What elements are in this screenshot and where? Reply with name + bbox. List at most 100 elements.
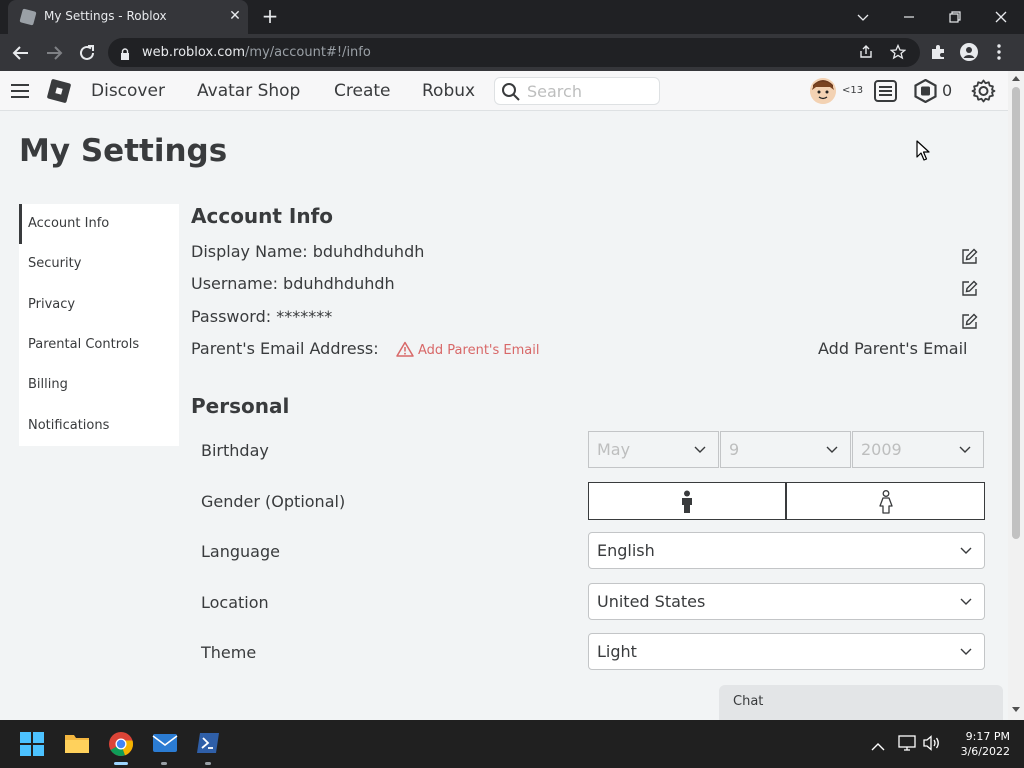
taskbar-clock[interactable]: 9:17 PM 3/6/2022 xyxy=(950,729,1010,759)
chevron-down-icon xyxy=(960,598,972,605)
scroll-down-arrow-icon[interactable] xyxy=(1012,707,1020,712)
sidebar-item-billing[interactable]: Billing xyxy=(19,365,179,405)
roblox-header: Discover Avatar Shop Create Robux <13 0 xyxy=(0,71,1008,111)
gender-female-button[interactable] xyxy=(786,482,985,520)
windows-taskbar: 9:17 PM 3/6/2022 xyxy=(0,720,1024,768)
close-window-icon[interactable] xyxy=(978,0,1024,34)
birth-year-select[interactable]: 2009 xyxy=(852,431,984,468)
chat-label: Chat xyxy=(733,694,764,709)
powershell-icon[interactable] xyxy=(196,732,220,758)
language-label: Language xyxy=(201,542,280,561)
tab-title: My Settings - Roblox xyxy=(44,9,167,23)
mail-icon[interactable] xyxy=(152,732,178,758)
browser-menu-icon[interactable] xyxy=(996,43,1002,65)
chevron-down-icon xyxy=(960,648,972,655)
sidebar-item-security[interactable]: Security xyxy=(19,244,179,284)
account-info-heading: Account Info xyxy=(191,204,334,228)
file-explorer-icon[interactable] xyxy=(64,732,90,758)
roblox-favicon-icon xyxy=(19,8,37,26)
sidebar-item-parental-controls[interactable]: Parental Controls xyxy=(19,325,179,365)
scroll-up-arrow-icon[interactable] xyxy=(1012,76,1020,81)
birth-month-select[interactable]: May xyxy=(588,431,719,468)
scroll-thumb[interactable] xyxy=(1012,87,1020,539)
warning-icon xyxy=(396,341,414,357)
windows-start-icon[interactable] xyxy=(20,732,44,760)
search-box xyxy=(494,77,660,105)
edit-password-icon[interactable] xyxy=(961,313,978,334)
theme-label: Theme xyxy=(201,643,257,662)
nav-create[interactable]: Create xyxy=(334,81,391,101)
clock-time: 9:17 PM xyxy=(965,730,1010,743)
settings-sidebar: Account Info Security Privacy Parental C… xyxy=(19,204,179,446)
extensions-puzzle-icon[interactable] xyxy=(929,43,947,65)
add-parent-email-link[interactable]: Add Parent's Email xyxy=(396,341,539,358)
new-tab-icon[interactable]: + xyxy=(258,5,282,29)
address-bar[interactable]: web.roblox.com/my/account#!/info xyxy=(108,38,920,67)
profile-icon[interactable] xyxy=(960,43,978,65)
nav-discover[interactable]: Discover xyxy=(91,81,165,101)
chevron-down-icon xyxy=(694,446,706,453)
theme-select[interactable]: Light xyxy=(588,633,985,670)
back-arrow-icon[interactable] xyxy=(10,42,32,64)
page-scrollbar[interactable] xyxy=(1008,71,1024,720)
sidebar-item-privacy[interactable]: Privacy xyxy=(19,285,179,325)
location-select[interactable]: United States xyxy=(588,583,985,620)
mail-open-indicator xyxy=(161,762,167,765)
mouse-cursor-icon xyxy=(916,140,930,166)
restore-icon[interactable] xyxy=(932,0,978,34)
tray-overflow-chevron-icon[interactable] xyxy=(871,737,885,756)
sidebar-item-account-info[interactable]: Account Info xyxy=(19,204,179,244)
personal-heading: Personal xyxy=(191,394,290,418)
bookmark-star-icon[interactable] xyxy=(889,43,907,64)
nav-robux[interactable]: Robux xyxy=(422,81,475,101)
location-label: Location xyxy=(201,593,269,612)
search-icon xyxy=(502,83,520,101)
gender-label: Gender (Optional) xyxy=(201,492,346,511)
chevron-down-icon xyxy=(960,547,972,554)
nav-avatar-shop[interactable]: Avatar Shop xyxy=(197,81,300,101)
powershell-open-indicator xyxy=(205,762,211,765)
network-icon[interactable] xyxy=(898,735,916,755)
language-select[interactable]: English xyxy=(588,532,985,569)
male-icon xyxy=(682,490,692,513)
settings-gear-icon[interactable] xyxy=(971,79,996,107)
female-icon xyxy=(879,490,893,514)
robux-icon[interactable] xyxy=(913,78,938,107)
volume-icon[interactable] xyxy=(922,735,940,755)
parent-email-label: Parent's Email Address: xyxy=(191,339,379,358)
share-icon[interactable] xyxy=(858,44,874,64)
password-row: Password: ******* xyxy=(191,307,333,326)
forward-arrow-icon[interactable] xyxy=(43,42,65,64)
robux-count: 0 xyxy=(942,81,953,100)
chrome-active-indicator xyxy=(114,762,128,765)
age-bracket: <13 xyxy=(842,85,864,96)
username-row: Username: bduhdhduhdh xyxy=(191,274,395,293)
avatar[interactable] xyxy=(810,78,836,104)
browser-tab[interactable]: My Settings - Roblox ✕ xyxy=(8,0,248,34)
tab-search-chevron-icon[interactable] xyxy=(840,0,886,34)
hamburger-menu-icon[interactable] xyxy=(10,82,30,104)
edit-username-icon[interactable] xyxy=(961,280,978,301)
reload-icon[interactable] xyxy=(76,42,98,64)
minimize-icon[interactable] xyxy=(886,0,932,34)
chrome-icon[interactable] xyxy=(108,731,134,761)
chevron-down-icon xyxy=(959,446,971,453)
roblox-logo-icon[interactable] xyxy=(46,78,72,104)
birth-day-select[interactable]: 9 xyxy=(720,431,851,468)
browser-toolbar: web.roblox.com/my/account#!/info xyxy=(0,34,1024,71)
browser-title-bar: My Settings - Roblox ✕ + xyxy=(0,0,1024,34)
catalog-list-icon[interactable] xyxy=(873,79,898,107)
search-input[interactable] xyxy=(527,81,655,101)
birthday-label: Birthday xyxy=(201,441,269,460)
url-text: web.roblox.com/my/account#!/info xyxy=(142,45,371,60)
lock-icon xyxy=(120,46,130,65)
chat-bar[interactable]: Chat xyxy=(719,685,1003,720)
add-parent-email-button[interactable]: Add Parent's Email xyxy=(818,339,968,358)
tab-close-icon[interactable]: ✕ xyxy=(226,7,244,25)
edit-display-name-icon[interactable] xyxy=(961,248,978,269)
chevron-down-icon xyxy=(826,446,838,453)
gender-male-button[interactable] xyxy=(588,482,786,520)
clock-date: 3/6/2022 xyxy=(960,745,1010,758)
page-title: My Settings xyxy=(19,133,228,169)
sidebar-item-notifications[interactable]: Notifications xyxy=(19,406,179,446)
